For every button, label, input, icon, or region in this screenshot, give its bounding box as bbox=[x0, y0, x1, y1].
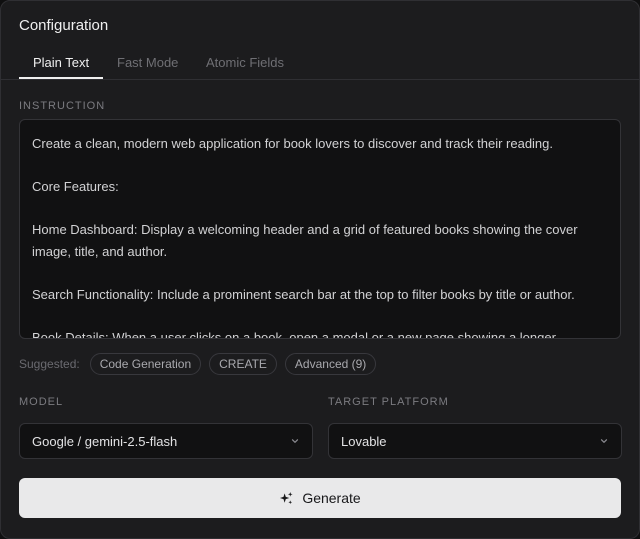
active-tab-indicator bbox=[19, 77, 103, 79]
tab-plain-text[interactable]: Plain Text bbox=[33, 55, 89, 70]
instruction-label: INSTRUCTION bbox=[19, 100, 106, 112]
chip-code-generation[interactable]: Code Generation bbox=[89, 353, 202, 375]
chip-create[interactable]: CREATE bbox=[209, 353, 277, 375]
chip-advanced[interactable]: Advanced (9) bbox=[284, 353, 377, 375]
generate-label: Generate bbox=[302, 490, 361, 506]
sparkles-icon bbox=[280, 491, 293, 504]
target-platform-select[interactable]: Lovable bbox=[328, 423, 622, 459]
target-platform-label: TARGET PLATFORM bbox=[328, 396, 449, 408]
model-label: MODEL bbox=[19, 396, 64, 408]
instruction-textarea[interactable]: Create a clean, modern web application f… bbox=[19, 119, 621, 339]
instruction-text[interactable]: Create a clean, modern web application f… bbox=[20, 120, 620, 338]
model-select[interactable]: Google / gemini-2.5-flash bbox=[19, 423, 313, 459]
tab-atomic-fields[interactable]: Atomic Fields bbox=[206, 55, 284, 70]
tab-fast-mode[interactable]: Fast Mode bbox=[117, 55, 178, 70]
suggested-label: Suggested: bbox=[19, 357, 80, 371]
target-platform-select-value: Lovable bbox=[341, 434, 387, 449]
tab-bar: Plain Text Fast Mode Atomic Fields bbox=[1, 45, 639, 80]
panel-title: Configuration bbox=[19, 17, 109, 34]
chevron-down-icon bbox=[600, 439, 608, 443]
configuration-panel: Configuration Plain Text Fast Mode Atomi… bbox=[0, 0, 640, 539]
chevron-down-icon bbox=[291, 439, 299, 443]
generate-button[interactable]: Generate bbox=[19, 478, 621, 518]
model-select-value: Google / gemini-2.5-flash bbox=[32, 434, 178, 449]
suggested-row: Suggested: Code Generation CREATE Advanc… bbox=[19, 353, 377, 375]
